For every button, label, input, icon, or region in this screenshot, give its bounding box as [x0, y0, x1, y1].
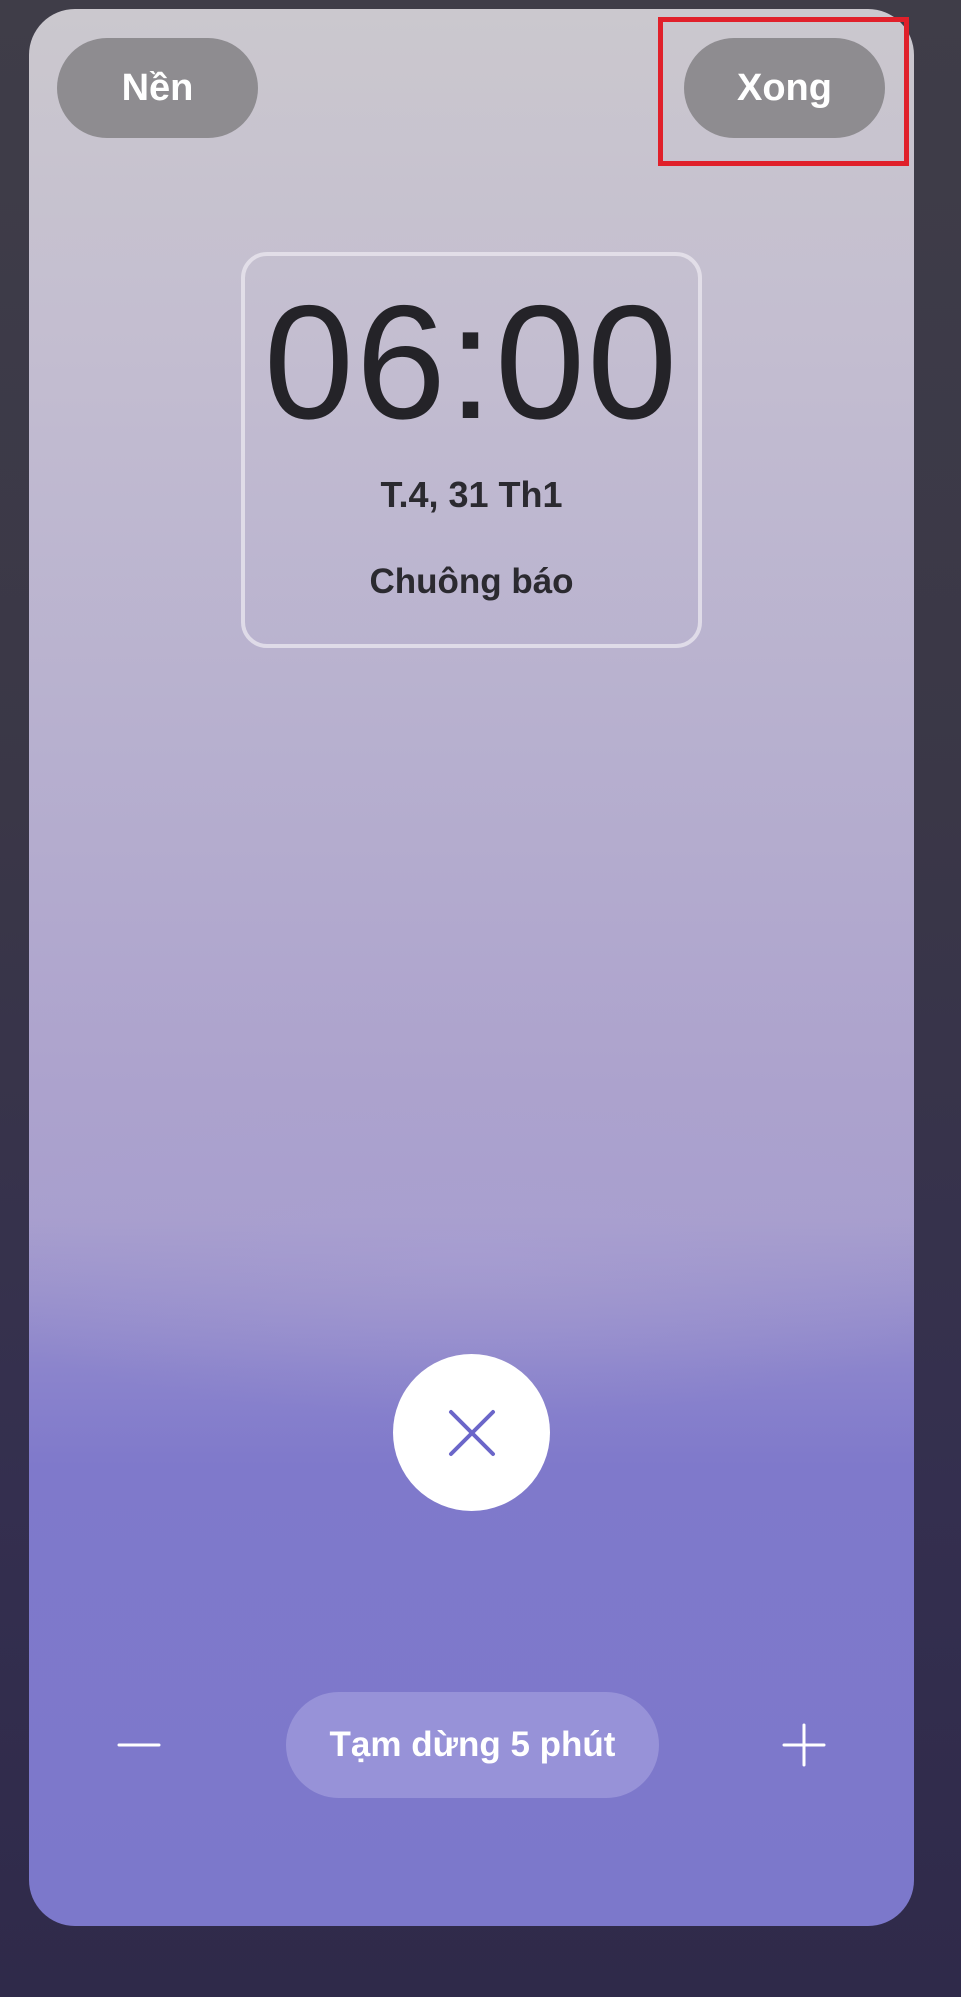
close-icon [448, 1409, 495, 1456]
background-button-label: Nền [121, 66, 194, 109]
minus-icon [117, 1743, 161, 1747]
snooze-label: Tạm dừng 5 phút [329, 1725, 616, 1764]
dismiss-button[interactable] [393, 1354, 550, 1511]
background-button[interactable]: Nền [57, 38, 258, 138]
alarm-edit-card: Nền Xong 06:00 T.4, 31 Th1 Chuông báo Tạ… [29, 9, 914, 1926]
plus-icon [782, 1723, 826, 1767]
snooze-button[interactable]: Tạm dừng 5 phút [286, 1692, 659, 1798]
alarm-time: 06:00 [263, 272, 680, 453]
increase-snooze-button[interactable] [764, 1705, 844, 1785]
alarm-label: Chuông báo [369, 562, 574, 601]
clock-widget[interactable]: 06:00 T.4, 31 Th1 Chuông báo [241, 252, 702, 648]
alarm-date: T.4, 31 Th1 [380, 474, 563, 515]
highlight-box [658, 17, 909, 166]
decrease-snooze-button[interactable] [99, 1705, 179, 1785]
